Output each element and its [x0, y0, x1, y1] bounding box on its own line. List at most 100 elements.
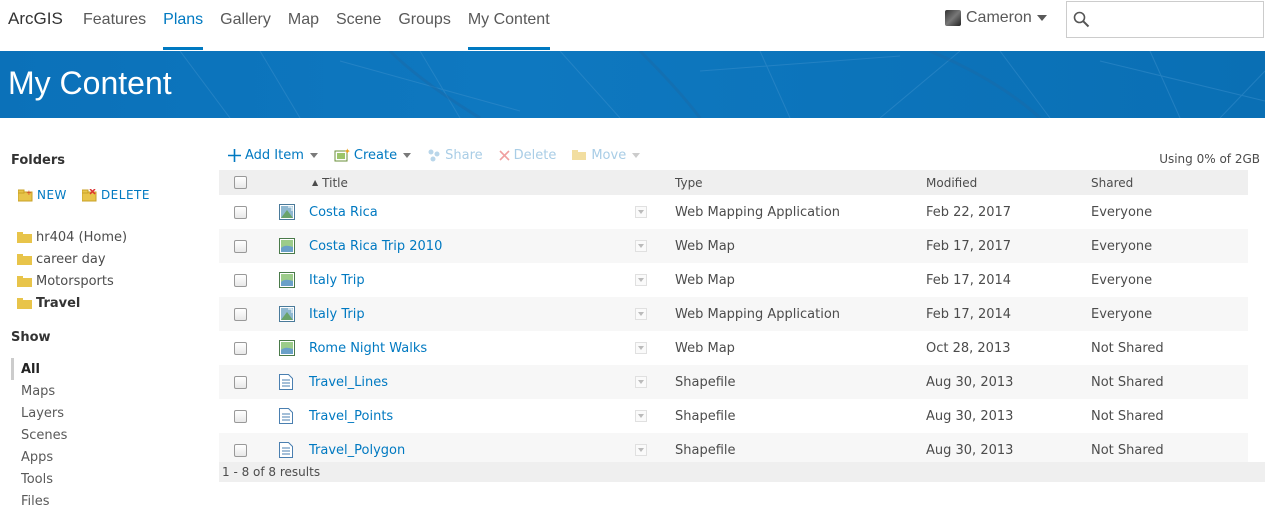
chevron-down-icon: [635, 274, 647, 286]
new-folder-icon: +: [18, 189, 33, 201]
row-checkbox[interactable]: [234, 443, 247, 457]
user-menu[interactable]: Cameron: [945, 9, 1047, 27]
item-title-link[interactable]: Travel_Lines: [309, 365, 388, 399]
delete-label: Delete: [513, 147, 557, 163]
item-modified: Feb 17, 2017: [926, 238, 1012, 254]
folder-item[interactable]: hr404 (Home): [17, 226, 127, 248]
folder-list: hr404 (Home) career day Motorsports Trav…: [17, 226, 127, 314]
row-options-dropdown[interactable]: [635, 399, 647, 433]
folders-heading: Folders: [11, 153, 66, 168]
table-row[interactable]: Italy Trip Web Map Feb 17, 2014 Everyone: [219, 263, 1248, 297]
nav-scene[interactable]: Scene: [336, 0, 381, 51]
item-title-link[interactable]: Costa Rica Trip 2010: [309, 229, 442, 263]
sort-ascending-icon: ▲: [312, 178, 319, 187]
row-checkbox[interactable]: [234, 205, 247, 219]
table-body: Costa Rica Web Mapping Application Feb 22,…: [219, 195, 1248, 467]
folder-item[interactable]: career day: [17, 248, 127, 270]
chevron-down-icon: [635, 240, 647, 252]
header-title[interactable]: ▲ Title: [312, 170, 348, 195]
row-select-cell: [234, 365, 247, 399]
avatar: [945, 10, 961, 26]
show-item-scenes[interactable]: Scenes: [11, 424, 67, 446]
folder-item-selected[interactable]: Travel: [17, 292, 127, 314]
close-icon: [499, 149, 510, 161]
search-input[interactable]: [1095, 8, 1255, 32]
row-options-dropdown[interactable]: [635, 297, 647, 331]
header-type[interactable]: Type: [675, 170, 703, 195]
table-row[interactable]: Rome Night Walks Web Map Oct 28, 2013 Not S…: [219, 331, 1248, 365]
create-button[interactable]: ✦ Create: [334, 147, 412, 163]
nav-features[interactable]: Features: [83, 0, 146, 51]
add-item-button[interactable]: Add Item: [228, 148, 318, 163]
table-row[interactable]: Italy Trip Web Mapping Application Feb 17,…: [219, 297, 1248, 331]
delete-folder-label: DELETE: [100, 188, 150, 202]
item-title-link[interactable]: Italy Trip: [309, 263, 365, 297]
row-select-cell: [234, 331, 247, 365]
row-options-dropdown[interactable]: [635, 229, 647, 263]
nav-gallery[interactable]: Gallery: [220, 0, 271, 51]
item-title-link[interactable]: Costa Rica: [309, 195, 378, 229]
row-checkbox[interactable]: [234, 409, 247, 423]
show-filter-list: All Maps Layers Scenes Apps Tools Files: [11, 358, 67, 512]
row-options-dropdown[interactable]: [635, 331, 647, 365]
nav-groups[interactable]: Groups: [398, 0, 450, 51]
show-item-all[interactable]: All: [11, 358, 67, 380]
plus-icon: [228, 148, 241, 162]
search-icon[interactable]: [1073, 11, 1090, 28]
chevron-down-icon: [1036, 15, 1047, 21]
move-button[interactable]: Move: [572, 148, 641, 163]
table-row[interactable]: Costa Rica Web Mapping Application Feb 22,…: [219, 195, 1248, 229]
row-select-cell: [234, 229, 247, 263]
show-item-maps[interactable]: Maps: [11, 380, 67, 402]
item-shared: Everyone: [1091, 204, 1153, 220]
new-folder-button[interactable]: + NEW: [18, 188, 67, 202]
arcgis-logo[interactable]: ArcGIS: [8, 9, 63, 29]
row-options-dropdown[interactable]: [635, 195, 647, 229]
nav-my-content[interactable]: My Content: [467, 0, 550, 51]
folder-label: hr404 (Home): [36, 229, 128, 245]
folder-item[interactable]: Motorsports: [17, 270, 127, 292]
row-checkbox[interactable]: [234, 307, 247, 321]
row-checkbox[interactable]: [234, 341, 247, 355]
header-modified[interactable]: Modified: [926, 170, 977, 195]
table-row[interactable]: Travel_Points Shapefile Aug 30, 2013 Not Sh…: [219, 399, 1248, 433]
item-title-link[interactable]: Travel_Points: [309, 399, 393, 433]
header-title-label: Title: [322, 175, 348, 190]
nav-map[interactable]: Map: [288, 0, 319, 51]
row-options-dropdown[interactable]: [635, 365, 647, 399]
share-label: Share: [445, 147, 483, 163]
delete-folder-button[interactable]: DELETE: [81, 188, 150, 202]
item-shared: Everyone: [1091, 306, 1153, 322]
web-map-icon: [279, 229, 295, 263]
table-footer: 1 - 8 of 8 results: [219, 462, 1265, 482]
item-title-link[interactable]: Rome Night Walks: [309, 331, 427, 365]
item-shared: Everyone: [1091, 238, 1153, 254]
header-shared[interactable]: Shared: [1091, 170, 1133, 195]
move-folder-icon: [572, 150, 587, 160]
select-all-checkbox[interactable]: [234, 176, 247, 189]
chevron-down-icon: [635, 206, 647, 218]
table-row[interactable]: Travel_Lines Shapefile Aug 30, 2013 Not Sha…: [219, 365, 1248, 399]
page-title: My Content: [8, 65, 172, 101]
nav-plans[interactable]: Plans: [163, 0, 204, 51]
share-button[interactable]: Share: [427, 148, 483, 163]
item-modified: Aug 30, 2013: [926, 374, 1014, 390]
add-item-label: Add Item: [245, 147, 304, 163]
show-item-tools[interactable]: Tools: [11, 468, 67, 490]
item-type: Web Map: [675, 340, 735, 356]
table-row[interactable]: Costa Rica Trip 2010 Web Map Feb 17, 2017 E…: [219, 229, 1248, 263]
item-modified: Feb 22, 2017: [926, 204, 1012, 220]
row-checkbox[interactable]: [234, 273, 247, 287]
folder-label: career day: [36, 251, 106, 267]
delete-button[interactable]: Delete: [499, 147, 557, 163]
svg-text:+: +: [26, 189, 32, 197]
create-label: Create: [353, 147, 398, 163]
item-title-link[interactable]: Italy Trip: [309, 297, 365, 331]
row-checkbox[interactable]: [234, 239, 247, 253]
show-item-apps[interactable]: Apps: [11, 446, 67, 468]
item-type: Web Mapping Application: [675, 306, 841, 322]
row-checkbox[interactable]: [234, 375, 247, 389]
show-item-files[interactable]: Files: [11, 490, 67, 512]
show-item-layers[interactable]: Layers: [11, 402, 67, 424]
row-options-dropdown[interactable]: [635, 263, 647, 297]
